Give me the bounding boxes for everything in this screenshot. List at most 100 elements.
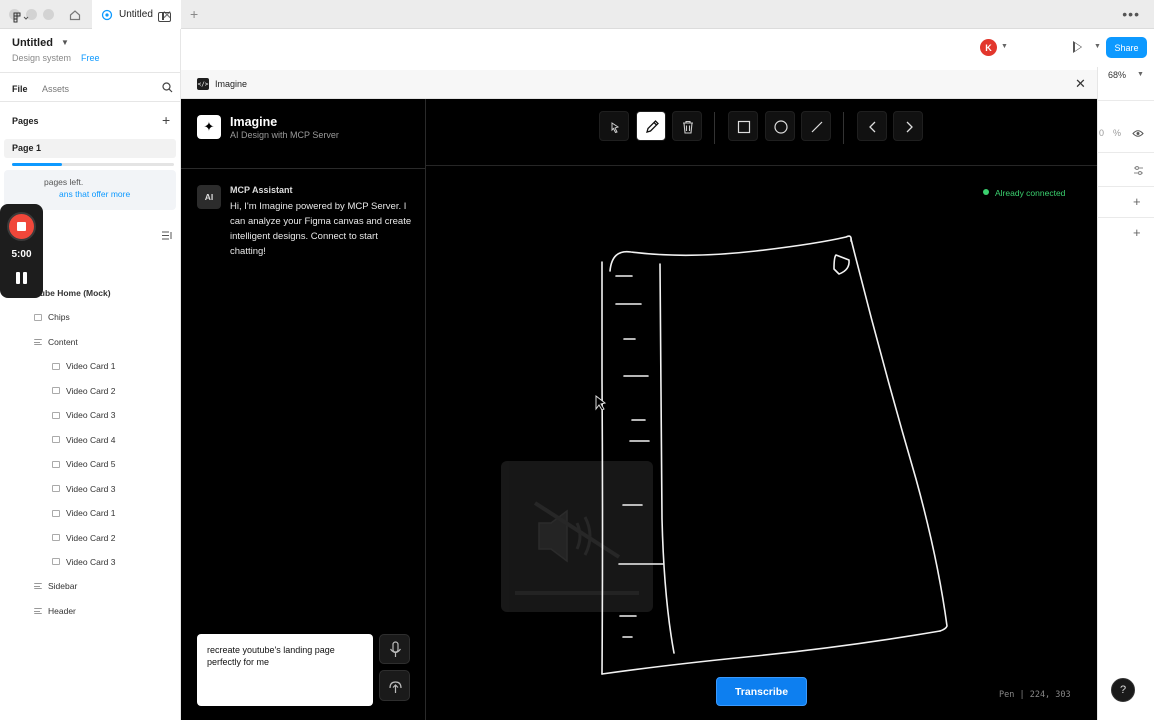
layer-item[interactable]: Sidebar <box>34 581 77 591</box>
assistant-name: MCP Assistant <box>230 185 293 195</box>
layer-item[interactable]: Video Card 2 <box>52 533 115 543</box>
layer-item[interactable]: Header <box>34 606 76 616</box>
layer-item[interactable]: Video Card 4 <box>52 435 115 445</box>
layer-item[interactable]: Video Card 3 <box>52 410 115 420</box>
figma-file-icon <box>101 9 113 21</box>
layer-label: Video Card 2 <box>66 385 116 396</box>
avatar[interactable]: K <box>980 39 997 56</box>
frame-icon <box>52 387 60 395</box>
help-button[interactable]: ? <box>1111 678 1135 702</box>
upgrade-link[interactable]: ans that offer more <box>59 189 130 199</box>
layer-label: Sidebar <box>48 581 78 592</box>
file-title[interactable]: Untitled <box>12 37 53 49</box>
layer-item[interactable]: Content <box>34 337 78 347</box>
left-sidebar <box>0 29 181 720</box>
add-stroke-button[interactable]: + <box>1133 225 1141 240</box>
chevron-down-icon[interactable]: ▼ <box>1137 71 1144 78</box>
file-plan-label: Design system <box>12 53 72 63</box>
frame-icon <box>34 583 42 590</box>
tab-title: Untitled <box>119 9 153 20</box>
layer-item[interactable]: Video Card 1 <box>52 508 115 518</box>
percent-symbol: % <box>1113 128 1122 138</box>
frame-icon <box>52 509 60 517</box>
app-name: Imagine <box>230 115 278 129</box>
page-item-page-1[interactable]: Page 1 <box>4 139 176 158</box>
frame-icon <box>52 436 60 444</box>
eye-icon[interactable] <box>1132 129 1144 138</box>
layer-item[interactable]: Video Card 2 <box>52 386 115 396</box>
layer-label: Video Card 4 <box>66 434 116 445</box>
layer-label: Video Card 3 <box>66 410 116 421</box>
search-icon[interactable] <box>162 82 173 93</box>
frame-icon <box>52 485 60 493</box>
divider <box>0 101 181 102</box>
layer-label: Video Card 2 <box>66 532 116 543</box>
add-page-button[interactable]: + <box>162 112 170 128</box>
divider <box>0 72 181 73</box>
frame-icon <box>52 411 60 419</box>
stop-recording-button[interactable] <box>7 212 36 241</box>
more-menu-icon[interactable]: ••• <box>1122 6 1140 22</box>
adjust-icon[interactable] <box>1133 165 1144 176</box>
chevron-down-icon[interactable]: ▼ <box>1094 43 1101 50</box>
layer-item[interactable]: Chips <box>34 312 70 322</box>
layer-label: Header <box>48 605 76 616</box>
divider <box>1097 217 1154 218</box>
screen-recorder: 5:00 <box>0 204 43 298</box>
plugin-window-title: Imagine <box>215 79 248 89</box>
upload-send-button[interactable] <box>379 670 410 701</box>
pause-recording-button[interactable] <box>16 272 28 284</box>
layer-label: Video Card 3 <box>66 556 116 567</box>
title-bar: Untitled ✕ + ••• <box>0 0 1154 29</box>
app-tagline: AI Design with MCP Server <box>230 130 339 140</box>
pages-heading: Pages <box>12 116 39 126</box>
zoom-level[interactable]: 68% <box>1108 70 1126 80</box>
frame-icon <box>52 558 60 566</box>
new-tab-button[interactable]: + <box>190 6 198 22</box>
layer-label: Video Card 1 <box>66 508 116 519</box>
recording-time: 5:00 <box>11 249 32 260</box>
plan-tier-badge: Free <box>81 53 100 63</box>
window-zoom-control[interactable] <box>43 9 54 20</box>
code-icon: </> <box>197 78 209 90</box>
tab-assets[interactable]: Assets <box>42 84 69 94</box>
home-icon[interactable] <box>62 5 88 24</box>
chevron-down-icon[interactable]: ▼ <box>1001 43 1008 50</box>
microphone-button[interactable] <box>379 634 410 664</box>
transcribe-button[interactable]: Transcribe <box>716 677 807 706</box>
mouse-cursor-icon <box>595 394 607 411</box>
tool-status-readout: Pen | 224, 303 <box>999 690 1071 700</box>
plugin-window-header <box>181 70 1097 99</box>
close-icon[interactable]: ✕ <box>1075 76 1086 92</box>
assistant-message: Hi, I'm Imagine powered by MCP Server. I… <box>230 201 412 257</box>
layer-item[interactable]: Video Card 3 <box>52 557 115 567</box>
divider <box>1097 152 1154 153</box>
layers-options-icon[interactable] <box>162 231 173 240</box>
chevron-down-icon[interactable]: ▼ <box>61 38 69 47</box>
frame-icon <box>34 338 42 345</box>
frame-icon <box>34 607 42 614</box>
add-fill-button[interactable]: + <box>1133 194 1141 209</box>
tab-file[interactable]: File <box>12 84 28 94</box>
page-item-label: Page 1 <box>12 143 42 153</box>
sparkle-icon: ✦ <box>197 115 221 139</box>
pages-usage-bar <box>12 163 174 166</box>
divider <box>181 168 426 169</box>
figma-menu-icon[interactable] <box>12 12 30 24</box>
layer-item[interactable]: Video Card 1 <box>52 361 115 371</box>
toggle-sidebar-icon[interactable] <box>158 12 171 22</box>
divider <box>1097 100 1154 101</box>
opacity-value[interactable]: 0 <box>1099 128 1104 138</box>
chat-input-value[interactable]: recreate youtube's landing page perfectl… <box>207 644 367 668</box>
divider <box>1097 186 1154 187</box>
present-play-icon[interactable] <box>1073 41 1082 53</box>
frame-icon <box>52 362 60 370</box>
layer-label: Content <box>48 336 78 347</box>
layer-label: Video Card 3 <box>66 483 116 494</box>
layer-item[interactable]: Video Card 3 <box>52 484 115 494</box>
layer-label: Chips <box>48 312 70 323</box>
layer-label: Video Card 5 <box>66 459 116 470</box>
frame-icon <box>34 313 42 321</box>
layer-item[interactable]: Video Card 5 <box>52 459 115 469</box>
share-button[interactable]: Share <box>1106 37 1147 58</box>
